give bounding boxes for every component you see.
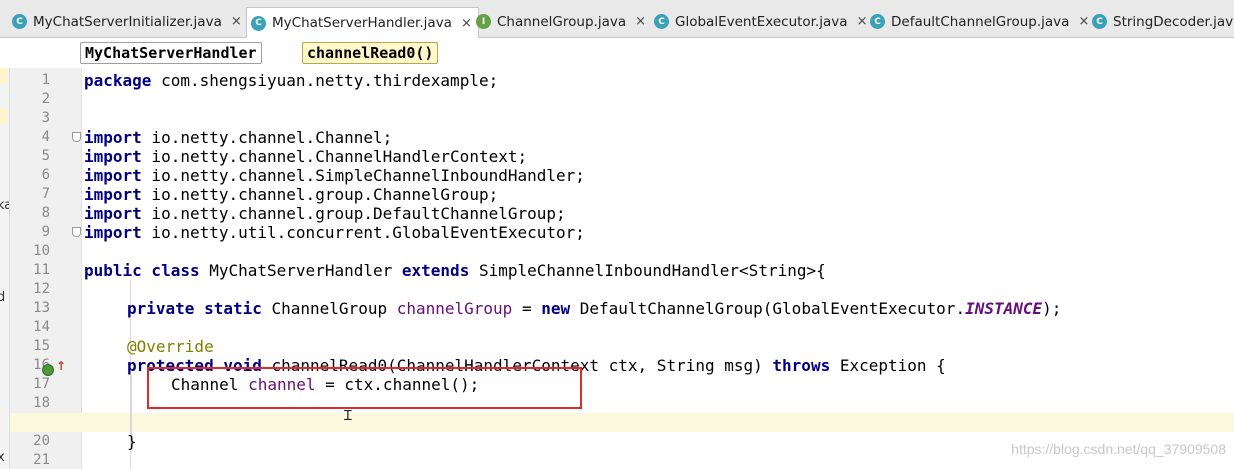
tab-mychatserverhandler[interactable]: C MyChatServerHandler.java × — [246, 7, 479, 38]
line-number: 7 — [41, 186, 50, 202]
code-editor[interactable]: package com.shengsiyuan.netty.thirdexamp… — [10, 68, 1234, 469]
class-icon: C — [251, 15, 266, 31]
selection-marker — [0, 108, 7, 124]
line-number: 14 — [33, 319, 50, 335]
line-number: 4 — [41, 129, 50, 145]
mouse-cursor-icon: Ɪ — [344, 408, 352, 424]
tab-channelgroup[interactable]: I ChannelGroup.java × — [472, 8, 646, 35]
override-gutter-icon[interactable] — [42, 364, 54, 376]
code-line-8: import io.netty.channel.group.DefaultCha… — [84, 204, 566, 223]
fold-marker-icon[interactable] — [72, 132, 81, 142]
line-number-gutter[interactable]: 1 2 3 4 5 6 7 8 9 10 11 12 13 14 15 16 1… — [10, 68, 82, 469]
code-line-1: package com.shengsiyuan.netty.thirdexamp… — [84, 71, 499, 90]
breadcrumb-method[interactable]: channelRead0() — [302, 42, 439, 64]
code-line-5: import io.netty.channel.ChannelHandlerCo… — [84, 147, 528, 166]
line-number: 18 — [33, 395, 50, 411]
breadcrumb: MyChatServerHandler channelRead0() — [0, 38, 1234, 68]
annotation-highlight-box — [147, 367, 582, 409]
tab-label: DefaultChannelGroup.java — [891, 13, 1070, 30]
code-line-13: private static ChannelGroup channelGroup… — [127, 299, 1062, 318]
interface-icon: I — [476, 14, 491, 29]
line-number: 21 — [33, 452, 50, 468]
code-line-20: } — [127, 432, 137, 451]
panel-text-fragment: x — [0, 450, 5, 465]
tab-stringdecoder[interactable]: C StringDecoder.java — [1088, 8, 1234, 35]
line-number: 8 — [41, 205, 50, 221]
class-icon: C — [870, 14, 885, 29]
class-icon: C — [654, 14, 669, 29]
tab-mychatserverinitializer[interactable]: C MyChatServerInitializer.java × — [8, 8, 242, 35]
code-line-11: public class MyChatServerHandler extends… — [84, 261, 826, 280]
line-number: 11 — [33, 262, 50, 278]
code-line-15: @Override — [127, 337, 214, 356]
line-number: 13 — [33, 300, 50, 316]
code-line-6: import io.netty.channel.SimpleChannelInb… — [84, 166, 585, 185]
current-line-highlight — [10, 413, 1234, 432]
project-panel-edge: ka d x — [0, 68, 10, 469]
indent-guide — [131, 375, 132, 435]
line-number: 6 — [41, 167, 50, 183]
close-icon[interactable]: × — [635, 14, 646, 29]
class-icon: C — [1092, 14, 1107, 29]
watermark: https://blog.csdn.net/qq_37909508 — [1011, 441, 1226, 457]
line-number: 15 — [33, 338, 50, 354]
tab-label: MyChatServerInitializer.java — [33, 13, 222, 30]
selection-marker — [0, 68, 7, 84]
tab-label: ChannelGroup.java — [497, 13, 627, 30]
tab-globaleventexecutor[interactable]: C GlobalEventExecutor.java × — [650, 8, 867, 35]
fold-marker-icon[interactable] — [72, 227, 81, 237]
code-line-7: import io.netty.channel.group.ChannelGro… — [84, 185, 499, 204]
panel-text-fragment: ka — [0, 198, 9, 213]
line-number: 9 — [41, 224, 50, 240]
line-number: 12 — [33, 281, 50, 297]
close-icon[interactable]: × — [231, 14, 242, 29]
line-number: 17 — [33, 376, 50, 392]
line-number: 5 — [41, 148, 50, 164]
tab-label: StringDecoder.java — [1113, 13, 1234, 30]
panel-text-fragment: d — [0, 290, 5, 305]
line-number: 1 — [41, 72, 50, 88]
code-line-9: import io.netty.util.concurrent.GlobalEv… — [84, 223, 585, 242]
line-number: 2 — [41, 91, 50, 107]
line-number: 20 — [33, 433, 50, 449]
tab-defaultchannelgroup[interactable]: C DefaultChannelGroup.java × — [866, 8, 1089, 35]
class-icon: C — [12, 14, 27, 29]
tab-label: GlobalEventExecutor.java — [675, 13, 848, 30]
close-icon[interactable]: × — [461, 16, 472, 31]
line-number: 3 — [41, 110, 50, 126]
breadcrumb-class[interactable]: MyChatServerHandler — [80, 42, 262, 64]
tab-label: MyChatServerHandler.java — [272, 15, 452, 31]
line-number: 10 — [33, 243, 50, 259]
implements-arrow-icon[interactable]: ↑ — [56, 359, 66, 373]
code-line-4: import io.netty.channel.Channel; — [84, 128, 393, 147]
editor-tab-bar: C MyChatServerInitializer.java × C MyCha… — [0, 0, 1234, 38]
